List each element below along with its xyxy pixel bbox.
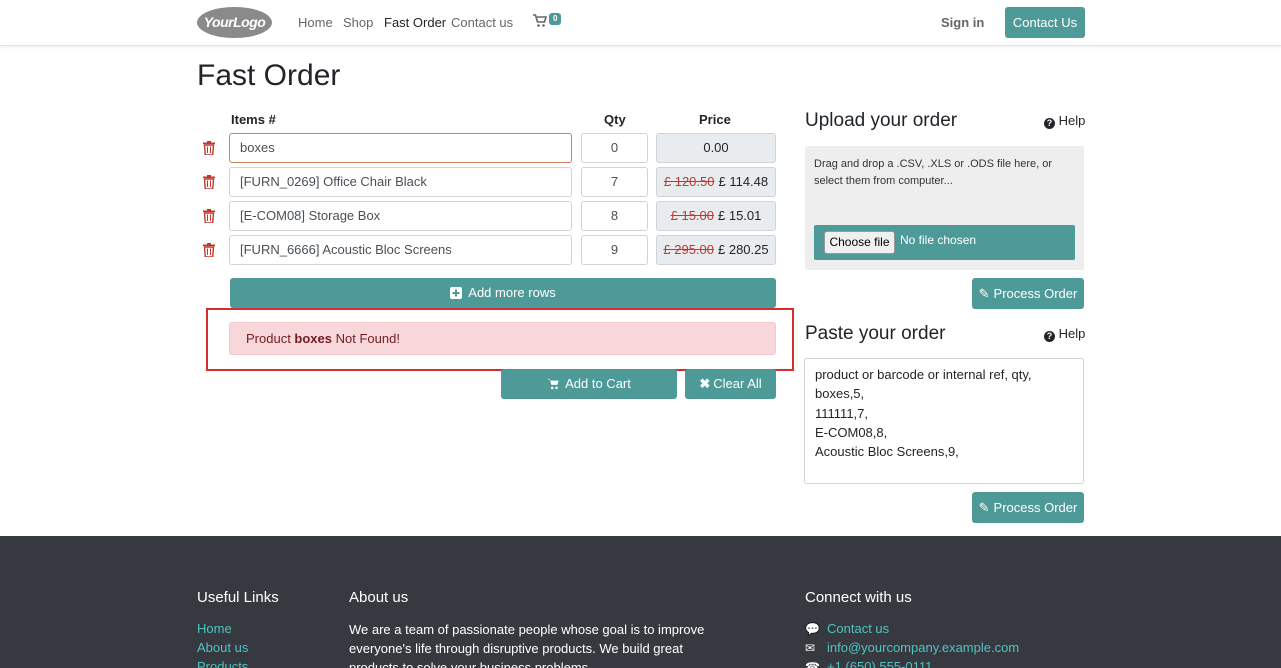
clear-all-button[interactable]: ✖ Clear All [685, 369, 776, 399]
footer: Useful Links Home About us Products Abou… [0, 536, 1281, 668]
choose-file-button[interactable]: Choose file [824, 231, 895, 254]
paste-line: 111111,7, [815, 405, 869, 421]
contact-us-button[interactable]: Contact Us [1005, 7, 1085, 38]
footer-email-link[interactable]: info@yourcompany.example.com [827, 640, 1019, 655]
nav-home[interactable]: Home [298, 15, 333, 30]
comment-icon: 💬 [805, 622, 820, 636]
footer-contact-link[interactable]: Contact us [827, 621, 889, 636]
paste-line: product or barcode or internal ref, qty, [815, 367, 1032, 382]
paste-help-label: Help [1058, 326, 1086, 341]
price-value: £ 280.25 [718, 242, 769, 257]
old-price: £ 120.50 [663, 174, 715, 189]
price-field: £ 295.00 £ 280.25 [656, 235, 776, 265]
question-circle-icon: ? [1044, 331, 1055, 342]
footer-link-about[interactable]: About us [197, 640, 248, 655]
alert-product: boxes [294, 331, 332, 346]
phone-icon: ☎ [805, 660, 820, 668]
no-file-chosen-label: No file chosen [900, 233, 977, 247]
price-field: 0.00 [656, 133, 776, 163]
price-field: £ 15.00 £ 15.01 [656, 201, 776, 231]
paste-line: boxes,5, [815, 386, 865, 402]
qty-input[interactable]: 0 [581, 133, 648, 163]
qty-input[interactable]: 9 [581, 235, 648, 265]
trash-icon[interactable] [203, 175, 215, 189]
question-circle-icon: ? [1044, 118, 1055, 129]
footer-connect-title: Connect with us [805, 589, 912, 606]
trash-icon[interactable] [203, 243, 215, 257]
nav-shop[interactable]: Shop [343, 15, 373, 30]
old-price: £ 295.00 [663, 242, 714, 257]
footer-useful-links-title: Useful Links [197, 589, 279, 606]
file-input-bar[interactable]: Choose file No file chosen [814, 225, 1075, 260]
cart-icon [547, 378, 559, 390]
process-order-label: Process Order [993, 500, 1078, 515]
item-input[interactable]: [E-COM08] Storage Box [229, 201, 572, 231]
price-value: 0.00 [703, 140, 729, 155]
edit-icon: ✎ [978, 286, 990, 301]
cart-count-badge: 0 [549, 13, 562, 25]
paste-help-link[interactable]: ? Help [1044, 326, 1085, 342]
price-value: £ 15.01 [718, 208, 762, 223]
header-price: Price [699, 112, 731, 127]
process-order-upload-button[interactable]: ✎ Process Order [972, 278, 1084, 309]
item-input[interactable]: [FURN_0269] Office Chair Black [229, 167, 572, 197]
qty-input[interactable]: 8 [581, 201, 648, 231]
footer-phone-link[interactable]: +1 (650) 555-0111 [827, 659, 932, 668]
process-order-paste-button[interactable]: ✎ Process Order [972, 492, 1084, 523]
top-navbar: YourLogo Home Shop Fast Order Contact us… [0, 0, 1281, 46]
footer-about-title: About us [349, 589, 409, 606]
footer-link-home[interactable]: Home [197, 621, 232, 636]
product-not-found-alert: Product boxes Not Found! [229, 322, 776, 355]
upload-help-link[interactable]: ? Help [1044, 113, 1085, 129]
qty-input[interactable]: 7 [581, 167, 648, 197]
price-field: £ 120.50 £ 114.48 [656, 167, 776, 197]
header-qty: Qty [604, 112, 626, 127]
paste-line: E-COM08,8, [815, 424, 888, 440]
envelope-icon: ✉ [805, 641, 816, 655]
cart-icon[interactable] [533, 14, 547, 28]
header-items: Items # [231, 112, 276, 127]
item-input[interactable]: [FURN_6666] Acoustic Bloc Screens [229, 235, 572, 265]
footer-link-products[interactable]: Products [197, 659, 248, 668]
item-input[interactable]: boxes [229, 133, 572, 163]
trash-icon[interactable] [203, 141, 215, 155]
upload-instructions: Drag and drop a .CSV, .XLS or .ODS file … [814, 158, 1053, 187]
nav-contact-us[interactable]: Contact us [451, 15, 513, 30]
upload-title: Upload your order [805, 110, 958, 131]
trash-icon[interactable] [203, 209, 215, 223]
upload-help-label: Help [1058, 113, 1086, 128]
sign-in-link[interactable]: Sign in [941, 15, 984, 30]
close-icon: ✖ [699, 376, 711, 391]
nav-fast-order[interactable]: Fast Order [384, 15, 446, 30]
alert-prefix: Product [246, 331, 295, 346]
upload-dropzone[interactable]: Drag and drop a .CSV, .XLS or .ODS file … [805, 146, 1084, 270]
add-more-rows-button[interactable]: Add more rows [230, 278, 776, 308]
plus-square-icon [450, 287, 463, 299]
clear-all-label: Clear All [713, 376, 762, 391]
price-value: £ 114.48 [718, 174, 769, 189]
process-order-label: Process Order [993, 286, 1078, 301]
paste-title: Paste your order [805, 323, 946, 344]
paste-line: Acoustic Bloc Screens,9, [815, 444, 959, 460]
edit-icon: ✎ [978, 500, 990, 515]
alert-suffix: Not Found! [332, 331, 400, 346]
paste-order-textarea[interactable]: product or barcode or internal ref, qty,… [804, 358, 1084, 484]
page-title: Fast Order [197, 59, 341, 92]
add-to-cart-button[interactable]: Add to Cart [501, 369, 677, 399]
add-to-cart-label: Add to Cart [565, 376, 631, 391]
footer-about-text: We are a team of passionate people whose… [349, 622, 705, 668]
old-price: £ 15.00 [670, 208, 714, 223]
add-more-rows-label: Add more rows [468, 285, 556, 300]
brand-logo[interactable]: YourLogo [197, 7, 272, 38]
